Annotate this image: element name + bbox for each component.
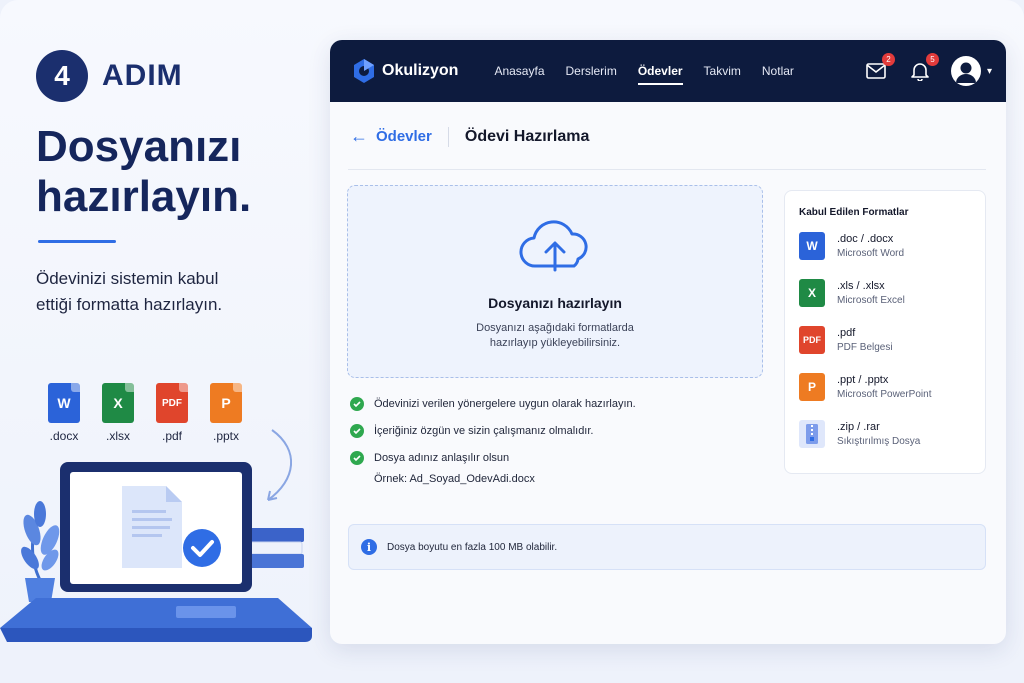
format-name: Sıkıştırılmış Dosya [837,436,921,447]
powerpoint-file-icon: P [799,373,825,401]
info-banner: i Dosya boyutu en fazla 100 MB olabilir. [348,524,986,570]
format-name: PDF Belgesi [837,342,893,353]
zip-file-icon [799,420,825,448]
info-icon: i [361,539,377,555]
nav-item-derslerim[interactable]: Derslerim [566,40,617,102]
check-icon [350,451,364,465]
guideline-text: Ödevinizi verilen yönergelere uygun olar… [374,398,636,410]
brand-logo-icon [354,59,374,83]
breadcrumb-separator [447,126,449,147]
format-extension: .doc / .docx [837,233,894,245]
format-name: Microsoft PowerPoint [837,389,932,400]
dropzone-title: Dosyanızı hazırlayın [488,295,622,311]
list-item: Ödevinizi verilen yönergelere uygun olar… [350,397,636,411]
back-arrow-icon[interactable]: ← [350,126,368,147]
app-window: Okulizyon Anasayfa Derslerim Ödevler Tak… [330,40,1006,644]
onboarding-card: 4 ADIM Dosyanızı hazırlayın. Ödevinizi s… [0,0,1024,683]
hero-divider [38,240,116,243]
main-nav: Anasayfa Derslerim Ödevler Takvim Notlar [494,40,814,102]
breadcrumb-back-link[interactable]: Ödevler [376,128,432,145]
nav-item-odevler[interactable]: Ödevler [637,40,683,102]
breadcrumb: ← Ödevler Ödevi Hazırlama [350,126,589,147]
guideline-text: İçeriğiniz özgün ve sizin çalışmanız olm… [374,425,594,437]
list-item: İçeriğiniz özgün ve sizin çalışmanız olm… [350,424,636,438]
hero-title: Dosyanızı hazırlayın. [36,122,252,221]
formats-title: Kabul Edilen Formatlar [799,207,909,218]
format-extension: .pdf [837,327,856,339]
check-icon [350,424,364,438]
guidelines-list: Ödevinizi verilen yönergelere uygun olar… [350,397,636,499]
nav-item-notlar[interactable]: Notlar [762,40,794,102]
brand[interactable]: Okulizyon [352,58,458,84]
hero-description: Ödevinizi sistemin kabul ettiği formatta… [36,269,223,314]
format-extension: .ppt / .pptx [837,374,889,386]
format-extension: .xls / .xlsx [837,280,885,292]
filename-example: Örnek: Ad_Soyad_OdevAdi.docx [374,473,535,485]
guideline-text: Dosya adınız anlaşılır olsun [374,452,510,464]
notification-badge: 5 [925,53,939,66]
info-text: Dosya boyutu en fazla 100 MB olabilir. [387,541,558,553]
word-file-icon: W [799,232,825,260]
divider [348,169,986,170]
mail-badge: 2 [881,53,895,66]
top-navbar: Okulizyon Anasayfa Derslerim Ödevler Tak… [330,40,1006,102]
nav-item-takvim[interactable]: Takvim [704,40,741,102]
format-extension: .zip / .rar [837,421,880,433]
notifications-button[interactable]: 5 [907,53,939,84]
mail-icon [866,63,886,79]
step-indicator: 4 ADIM [36,50,183,102]
accepted-formats-panel: Kabul Edilen Formatlar W .doc / .docx Mi… [784,190,986,474]
pdf-file-icon: PDF [799,326,825,354]
nav-item-anasayfa[interactable]: Anasayfa [494,40,544,102]
format-item: .zip / .rar Sıkıştırılmış Dosya [799,420,971,448]
cloud-upload-icon [519,220,588,272]
excel-file-icon: X [799,279,825,307]
format-name: Microsoft Word [837,248,905,259]
format-item: X .xls / .xlsx Microsoft Excel [799,279,971,307]
guideline-block: Dosya adınız anlaşılır olsun Örnek: Ad_S… [374,451,535,486]
format-item: PDF .pdf PDF Belgesi [799,326,971,354]
navbar-actions: 2 5 ▾ [863,40,992,102]
list-item: Dosya adınız anlaşılır olsun Örnek: Ad_S… [350,451,636,486]
curved-arrow-icon [267,429,292,501]
check-icon [350,397,364,411]
user-icon [955,62,976,83]
step-label: ADIM [102,59,183,92]
laptop-illustration [0,429,312,642]
format-item: P .ppt / .pptx Microsoft PowerPoint [799,373,971,401]
avatar[interactable] [950,56,981,86]
mail-button[interactable]: 2 [863,53,895,84]
file-dropzone[interactable]: Dosyanızı hazırlayın Dosyanızı aşağıdaki… [347,185,763,378]
format-name: Microsoft Excel [837,295,905,306]
bell-icon [911,63,929,81]
format-item: W .doc / .docx Microsoft Word [799,232,971,260]
page-title: Ödevi Hazırlama [464,127,590,145]
chevron-down-icon[interactable]: ▾ [987,66,992,77]
dropzone-description: Dosyanızı aşağıdaki formatlarda hazırlay… [476,322,634,349]
brand-name: Okulizyon [382,62,459,79]
step-number: 4 [36,50,88,102]
